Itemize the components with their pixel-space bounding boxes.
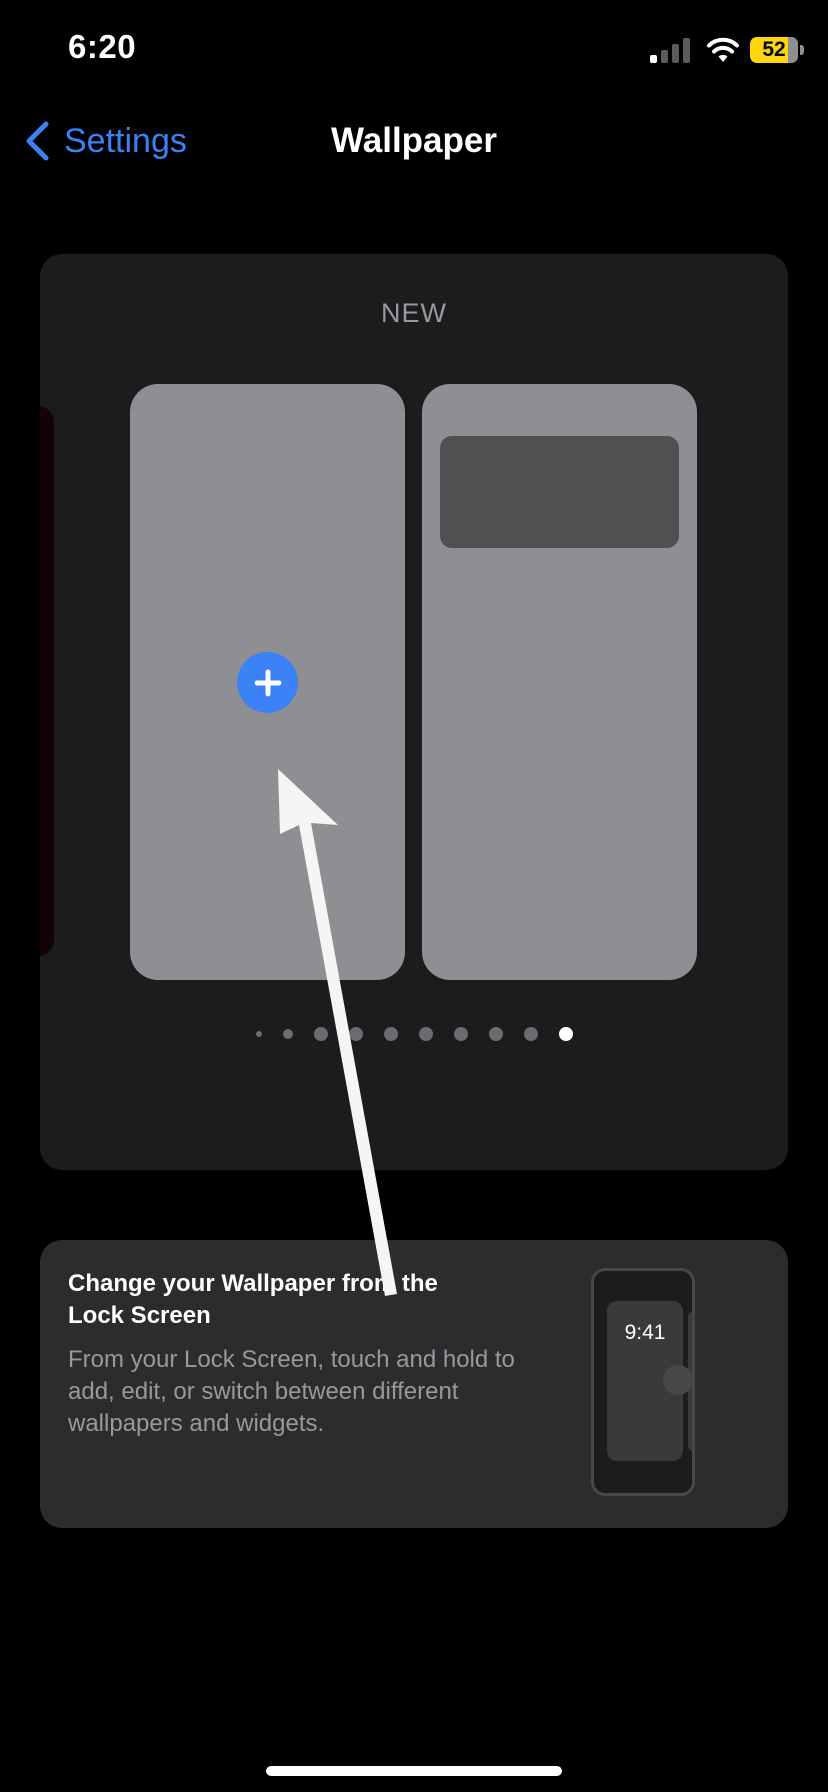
page-dot[interactable] bbox=[383, 1027, 398, 1041]
plus-icon bbox=[254, 669, 281, 696]
lock-screen-preview[interactable] bbox=[130, 384, 405, 980]
page-dot[interactable] bbox=[523, 1027, 538, 1041]
status-icons: 52 bbox=[650, 34, 804, 66]
home-screen-preview[interactable] bbox=[422, 384, 697, 980]
tip-body: From your Lock Screen, touch and hold to… bbox=[68, 1346, 515, 1437]
wallpaper-card: NEW bbox=[40, 254, 788, 1170]
tip-card: Change your Wallpaper from the Lock Scre… bbox=[40, 1240, 788, 1528]
tip-title: Change your Wallpaper from the Lock Scre… bbox=[68, 1270, 438, 1329]
page-dot[interactable] bbox=[453, 1027, 468, 1041]
status-time: 6:20 bbox=[68, 28, 137, 65]
page-dot[interactable] bbox=[348, 1027, 363, 1041]
battery-cap bbox=[800, 45, 804, 55]
phone-clock: 9:41 bbox=[624, 1321, 666, 1344]
touch-indicator bbox=[663, 1365, 692, 1395]
page-dot[interactable] bbox=[488, 1027, 503, 1041]
page-dots[interactable] bbox=[40, 1024, 788, 1044]
page-title: Wallpaper bbox=[331, 121, 497, 160]
previous-wallpaper-pair[interactable] bbox=[40, 406, 54, 956]
page-dot[interactable] bbox=[282, 1029, 293, 1039]
signal-icon bbox=[650, 37, 690, 63]
page-dot[interactable] bbox=[255, 1031, 262, 1037]
phone-illustration: 9:41 bbox=[591, 1268, 695, 1496]
widget-placeholder bbox=[440, 436, 679, 548]
add-wallpaper-button[interactable] bbox=[237, 652, 298, 713]
page-dot[interactable] bbox=[418, 1027, 433, 1041]
home-indicator[interactable] bbox=[266, 1766, 562, 1776]
page-dot[interactable] bbox=[313, 1027, 328, 1041]
battery-level: 52 bbox=[762, 38, 786, 61]
section-label: NEW bbox=[381, 298, 447, 328]
wifi-icon bbox=[707, 37, 739, 62]
page-dot-active[interactable] bbox=[558, 1027, 573, 1041]
battery-icon: 52 bbox=[750, 37, 798, 63]
